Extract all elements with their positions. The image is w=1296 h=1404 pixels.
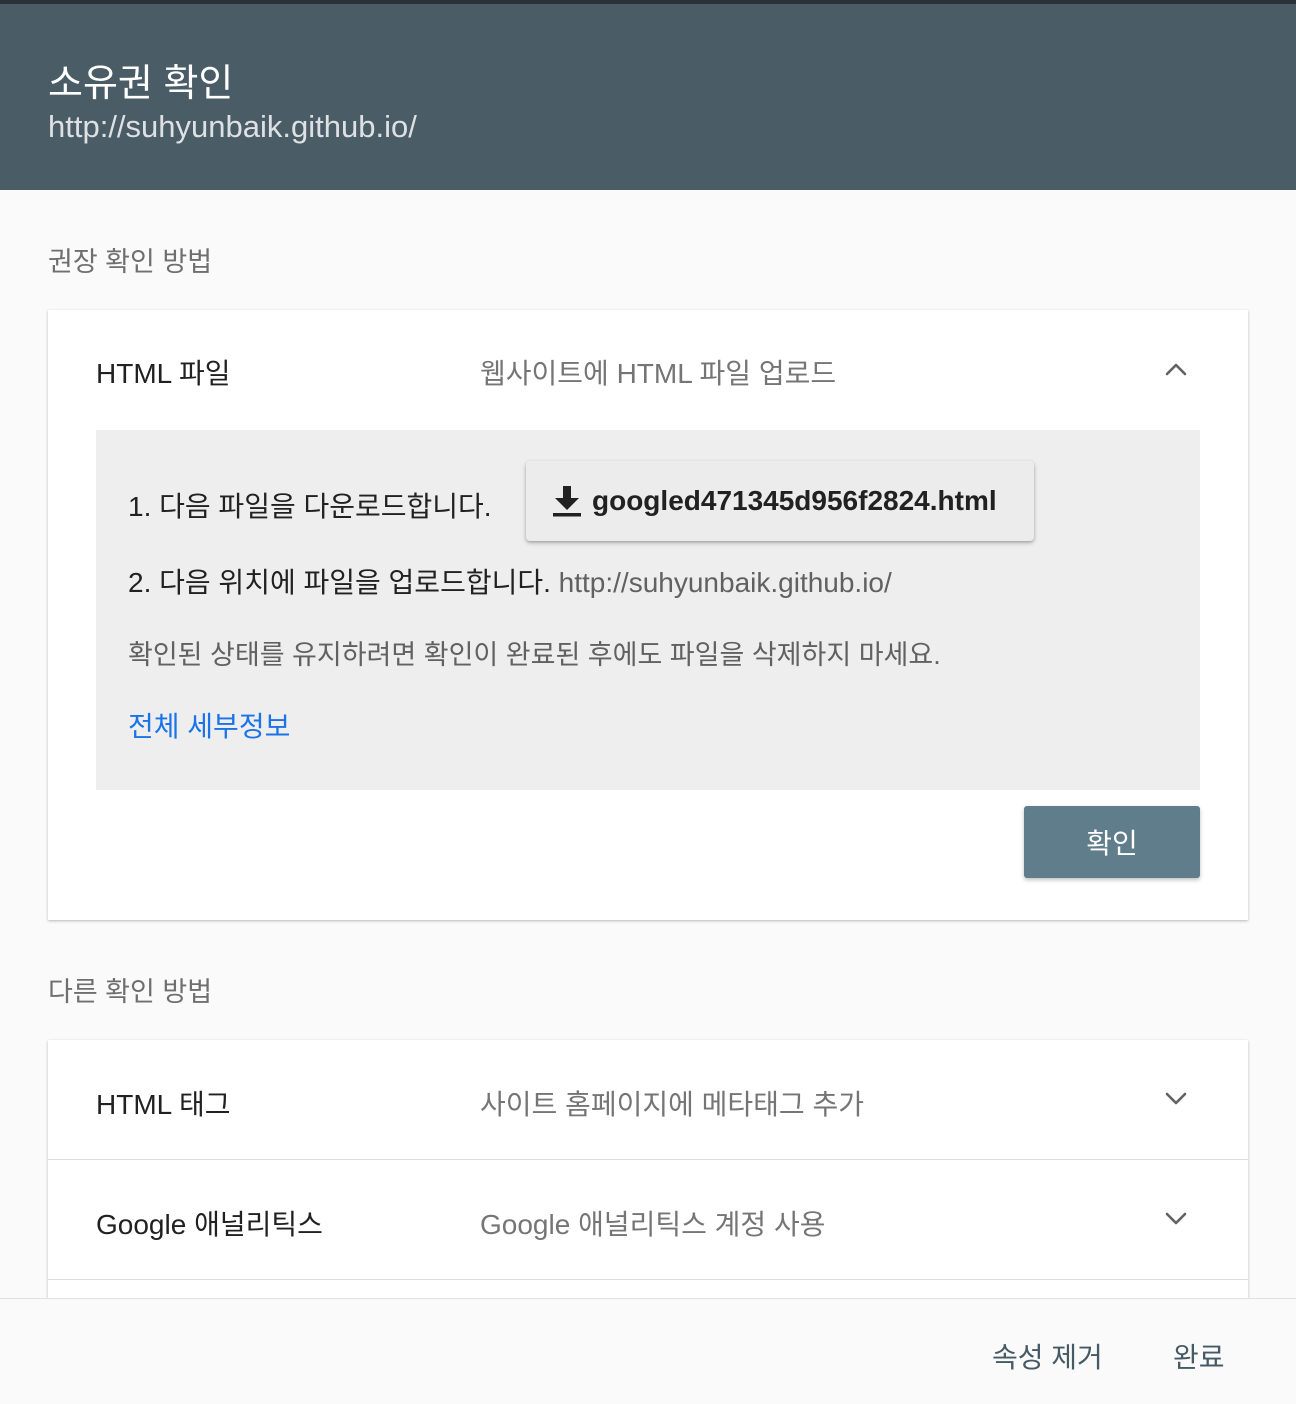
html-file-method-header[interactable]: HTML 파일 웹사이트에 HTML 파일 업로드: [48, 310, 1248, 430]
dialog-title: 소유권 확인: [48, 63, 234, 105]
step-1-text: 1. 다음 파일을 다운로드합니다.: [128, 491, 492, 522]
download-file-button[interactable]: googled471345d956f2824.html: [526, 461, 1034, 541]
dialog-header: 소유권 확인 http://suhyunbaik.github.io/: [0, 4, 1296, 190]
chevron-down-icon[interactable]: [1164, 1086, 1188, 1110]
download-icon: [553, 486, 581, 517]
dialog-footer: 속성 제거 완료: [0, 1298, 1296, 1404]
verify-button[interactable]: 확인: [1024, 806, 1200, 878]
method-instructions-panel: 1. 다음 파일을 다운로드합니다. googled471345d956f282…: [96, 430, 1200, 790]
property-url: http://suhyunbaik.github.io/: [48, 109, 417, 144]
step-2-text: 2. 다음 위치에 파일을 업로드합니다.: [128, 567, 551, 598]
chevron-down-icon[interactable]: [1164, 1206, 1188, 1230]
done-button[interactable]: 완료: [1173, 1336, 1225, 1376]
recommended-method-card: HTML 파일 웹사이트에 HTML 파일 업로드 1. 다음 파일을 다운로드…: [48, 310, 1248, 920]
chevron-up-icon[interactable]: [1164, 358, 1188, 382]
download-filename: googled471345d956f2824.html: [592, 485, 997, 516]
step-2: 2. 다음 위치에 파일을 업로드합니다. http://suhyunbaik.…: [128, 561, 892, 601]
recommended-section-label: 권장 확인 방법: [48, 247, 213, 277]
other-section-label: 다른 확인 방법: [48, 977, 213, 1007]
html-tag-method-row[interactable]: HTML 태그 사이트 홈페이지에 메타태그 추가: [48, 1040, 1248, 1160]
method-description: 사이트 홈페이지에 메타태그 추가: [480, 1089, 864, 1120]
method-description: Google 애널리틱스 계정 사용: [480, 1209, 826, 1240]
method-title: Google 애널리틱스: [96, 1209, 323, 1240]
ownership-verification-dialog: 소유권 확인 http://suhyunbaik.github.io/ 권장 확…: [0, 0, 1296, 1404]
full-details-link[interactable]: 전체 세부정보: [128, 705, 290, 745]
keep-file-note: 확인된 상태를 유지하려면 확인이 완료된 후에도 파일을 삭제하지 마세요.: [128, 640, 941, 670]
method-description: 웹사이트에 HTML 파일 업로드: [480, 358, 837, 389]
method-title: HTML 파일: [96, 358, 231, 389]
other-methods-card: HTML 태그 사이트 홈페이지에 메타태그 추가 Google 애널리틱스 G…: [48, 1040, 1248, 1340]
google-analytics-method-row[interactable]: Google 애널리틱스 Google 애널리틱스 계정 사용: [48, 1160, 1248, 1280]
method-title: HTML 태그: [96, 1089, 231, 1120]
remove-property-button[interactable]: 속성 제거: [992, 1336, 1103, 1376]
step-2-url: http://suhyunbaik.github.io/: [558, 567, 892, 598]
